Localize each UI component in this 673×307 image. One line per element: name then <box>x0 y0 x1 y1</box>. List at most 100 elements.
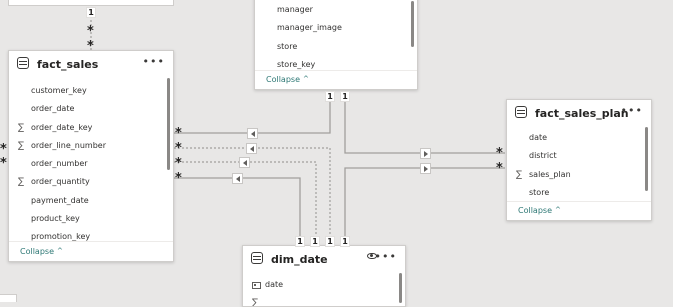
field-item[interactable]: ∑ <box>243 294 405 307</box>
scrollbar[interactable] <box>411 1 414 47</box>
field-name: district <box>529 151 557 161</box>
more-options-icon[interactable]: ••• <box>375 251 397 262</box>
field-item[interactable]: district <box>507 147 651 165</box>
table-icon <box>515 106 527 118</box>
field-name: date <box>529 133 548 142</box>
scrollbar[interactable] <box>167 78 170 170</box>
relationship-line <box>344 100 505 154</box>
date-icon <box>252 282 261 289</box>
field-name: order_quantity <box>31 177 90 187</box>
table-icon <box>17 57 29 69</box>
collapse-button[interactable]: Collapse ^ <box>518 206 561 215</box>
field-item[interactable]: manager_image <box>255 19 417 37</box>
field-name: order_number <box>31 159 88 169</box>
cardinality-one-label: 1 <box>310 236 320 247</box>
table-card-partial[interactable] <box>0 294 17 302</box>
card-divider <box>9 241 173 242</box>
filter-direction-arrow <box>246 143 257 154</box>
field-item[interactable]: order_date <box>9 100 173 118</box>
field-item[interactable]: order_number <box>9 155 173 173</box>
sigma-icon: ∑ <box>18 140 25 151</box>
card-divider <box>507 201 651 202</box>
field-list: date district ∑ sales_plan store <box>507 129 651 202</box>
field-item[interactable]: date <box>507 129 651 147</box>
cardinality-one-label: 1 <box>86 7 96 18</box>
field-item[interactable]: store <box>507 184 651 202</box>
sigma-icon: ∑ <box>516 169 523 180</box>
field-name: customer_key <box>31 86 87 95</box>
more-options-icon[interactable]: ••• <box>621 105 643 116</box>
field-list: date ∑ <box>243 276 405 307</box>
filter-direction-arrow <box>420 163 431 174</box>
field-item[interactable]: customer_key <box>9 82 173 100</box>
table-card-dim-date[interactable]: dim_date ••• date ∑ <box>242 245 406 307</box>
field-list: manager manager_image store store_key <box>255 1 417 74</box>
more-options-icon[interactable]: ••• <box>143 56 165 67</box>
cardinality-many-label: * <box>175 126 182 141</box>
cardinality-many-label: * <box>175 141 182 156</box>
sigma-icon: ∑ <box>18 122 25 133</box>
field-name: sales_plan <box>529 169 571 179</box>
relationship-line <box>174 161 317 244</box>
sigma-icon: ∑ <box>252 298 259 307</box>
chevron-up-icon: ^ <box>303 75 309 83</box>
relationship-line <box>344 167 505 244</box>
filter-direction-arrow <box>239 157 250 168</box>
cardinality-many-label: * <box>0 142 7 157</box>
scrollbar[interactable] <box>399 273 402 303</box>
field-item[interactable]: ∑ sales_plan <box>507 166 651 184</box>
collapse-button[interactable]: Collapse ^ <box>20 247 63 256</box>
table-card-partial[interactable] <box>8 0 174 6</box>
cardinality-many-label: * <box>0 156 7 171</box>
table-card-store[interactable]: manager manager_image store store_key Co… <box>254 0 418 90</box>
cardinality-many-label: * <box>87 24 94 39</box>
field-item[interactable]: manager <box>255 1 417 19</box>
collapse-label: Collapse <box>20 247 54 256</box>
cardinality-one-label: 1 <box>340 236 350 247</box>
model-canvas[interactable]: 1 * * * * fact_sales ••• customer_key or… <box>0 0 673 307</box>
chevron-up-icon: ^ <box>555 206 561 214</box>
scrollbar[interactable] <box>645 127 648 191</box>
chevron-up-icon: ^ <box>57 247 63 255</box>
cardinality-one-label: 1 <box>325 91 335 102</box>
field-name: date <box>265 280 284 289</box>
table-icon <box>251 252 263 264</box>
field-name: order_date_key <box>31 122 93 132</box>
sigma-icon: ∑ <box>18 177 25 188</box>
collapse-button[interactable]: Collapse ^ <box>266 75 309 84</box>
cardinality-one-label: 1 <box>340 91 350 102</box>
field-item[interactable]: payment_date <box>9 192 173 210</box>
field-item[interactable]: ∑ order_quantity <box>9 173 173 191</box>
relationship-line <box>174 177 301 244</box>
table-card-fact-sales-plan[interactable]: fact_sales_plan ••• date district ∑ sales… <box>506 99 652 221</box>
table-title: dim_date <box>271 253 328 266</box>
field-item[interactable]: store_key <box>255 56 417 74</box>
field-item[interactable]: ∑ order_line_number <box>9 137 173 155</box>
field-name: manager <box>277 5 313 14</box>
field-name: manager_image <box>277 23 342 33</box>
cardinality-many-label: * <box>496 146 503 161</box>
filter-direction-arrow <box>247 128 258 139</box>
cardinality-one-label: 1 <box>295 236 305 247</box>
field-name: store <box>277 41 298 51</box>
cardinality-many-label: * <box>175 171 182 186</box>
table-header[interactable]: fact_sales_plan ••• <box>507 100 651 126</box>
field-item[interactable]: product_key <box>9 210 173 228</box>
table-title: fact_sales_plan <box>535 107 629 120</box>
field-item[interactable]: ∑ order_date_key <box>9 119 173 137</box>
collapse-label: Collapse <box>518 206 552 215</box>
cardinality-many-label: * <box>175 156 182 171</box>
field-name: payment_date <box>31 195 89 205</box>
table-header[interactable]: dim_date ••• <box>243 246 405 272</box>
field-name: order_date <box>31 104 75 114</box>
cardinality-one-label: 1 <box>325 236 335 247</box>
field-item[interactable]: store <box>255 38 417 56</box>
table-card-fact-sales[interactable]: fact_sales ••• customer_key order_date ∑… <box>8 50 174 262</box>
filter-direction-arrow <box>232 173 243 184</box>
table-header[interactable]: fact_sales ••• <box>9 51 173 77</box>
relationship-line <box>174 147 331 244</box>
card-divider <box>255 70 417 71</box>
field-name: order_line_number <box>31 140 106 150</box>
field-item[interactable]: promotion_key <box>9 228 173 246</box>
field-item[interactable]: date <box>243 276 405 294</box>
